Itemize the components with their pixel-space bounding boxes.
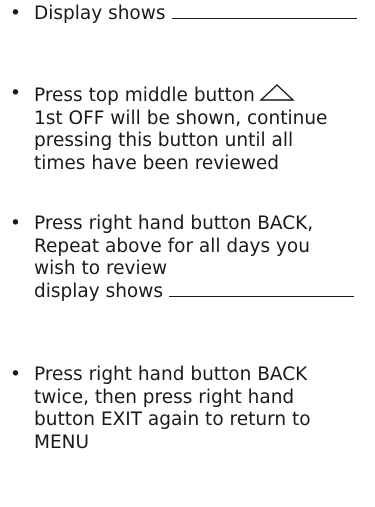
text-line: 1st OFF will be shown, continue	[34, 107, 328, 129]
text-line: twice, then press right hand	[34, 386, 295, 408]
display-blank-line	[169, 295, 355, 297]
text-line: Press right hand button BACK	[34, 364, 308, 385]
instruction-list: • Display shows • Press top middle butto…	[0, 0, 375, 507]
press-top-button-text: Press top middle button	[34, 85, 255, 106]
text-line: pressing this button until all	[34, 130, 294, 151]
bullet-dot: •	[10, 83, 21, 104]
display-blank-line	[171, 17, 357, 19]
text-line: button EXIT again to return to	[34, 409, 311, 430]
instruction-text: Press right hand button BACK twice, then…	[34, 364, 372, 454]
bullet-dot: •	[10, 3, 21, 24]
instruction-text: Press right hand button BACK, Repeat abo…	[34, 213, 372, 303]
bullet-dot: •	[10, 364, 21, 385]
instruction-item-1: • Display shows	[10, 3, 372, 26]
instruction-item-2: • Press top middle button 1st OFF will b…	[10, 83, 372, 175]
text-line: Press right hand button BACK,	[34, 213, 314, 234]
text-line: Press top middle button	[34, 83, 372, 108]
instruction-item-3: • Press right hand button BACK, Repeat a…	[10, 213, 372, 303]
display-shows-label: display shows	[34, 280, 164, 302]
instruction-text: Display shows	[34, 3, 372, 26]
bullet-dot: •	[10, 213, 21, 234]
text-line: wish to review	[34, 258, 168, 279]
text-line: display shows	[34, 281, 372, 304]
display-shows-label: Display shows	[34, 3, 166, 24]
text-line: Repeat above for all days you	[34, 235, 310, 257]
instruction-text: Press top middle button 1st OFF will be …	[34, 83, 372, 175]
up-triangle-icon	[259, 84, 295, 101]
instruction-item-4: • Press right hand button BACK twice, th…	[10, 364, 372, 454]
text-line: Display shows	[34, 3, 372, 26]
text-line: MENU	[34, 431, 90, 453]
text-line: times have been reviewed	[34, 152, 280, 174]
